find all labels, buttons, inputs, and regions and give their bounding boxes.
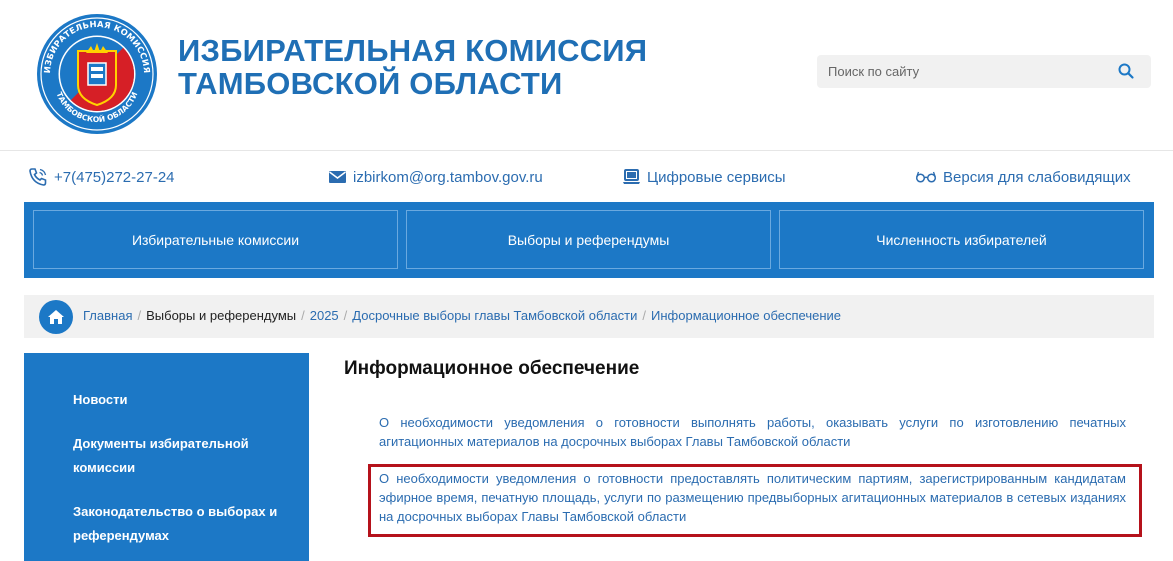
digital-services-link[interactable]: Цифровые сервисы (622, 166, 786, 188)
nav-item-elections-referendums[interactable]: Выборы и референдумы (406, 210, 771, 269)
laptop-icon (623, 169, 640, 184)
breadcrumb-separator: / (137, 308, 142, 323)
glasses-icon (915, 171, 937, 183)
sidebar-item-label: Новости (73, 392, 128, 407)
nav-item-label: Избирательные комиссии (131, 231, 300, 248)
sidebar-item-election-legislation[interactable]: Законодательство о выборах и референдума… (73, 500, 293, 548)
email-link[interactable]: izbirkom@org.tambov.gov.ru (328, 166, 543, 188)
breadcrumb-early-elections[interactable]: Досрочные выборы главы Тамбовской област… (352, 308, 637, 323)
search-box (817, 55, 1151, 88)
site-title-line1: ИЗБИРАТЕЛЬНАЯ КОМИССИЯ (178, 33, 648, 68)
breadcrumb-separator: / (301, 308, 305, 323)
site-header: ИЗБИРАТЕЛЬНАЯ КОМИССИЯ ТАМБОВСКОЙ ОБЛАСТ… (0, 0, 1173, 150)
site-title-line2: ТАМБОВСКОЙ ОБЛАСТИ (178, 66, 563, 101)
phone-icon (29, 168, 47, 186)
low-vision-version-link[interactable]: Версия для слабовидящих (915, 166, 1131, 188)
breadcrumb-home[interactable]: Главная (83, 308, 132, 323)
breadcrumb-info-support[interactable]: Информационное обеспечение (651, 308, 841, 323)
breadcrumb-elections: Выборы и референдумы (146, 308, 297, 323)
main-navigation: Избирательные комиссии Выборы и референд… (24, 202, 1154, 278)
phone-text: +7(475)272-27-24 (54, 168, 175, 186)
breadcrumb-separator: / (642, 308, 647, 323)
envelope-icon (329, 171, 346, 183)
site-title[interactable]: ИЗБИРАТЕЛЬНАЯ КОМИССИЯ ТАМБОВСКОЙ ОБЛАСТ… (178, 34, 647, 100)
home-button[interactable] (39, 300, 73, 334)
phone-link[interactable]: +7(475)272-27-24 (28, 166, 175, 188)
nav-item-voter-count[interactable]: Численность избирателей (779, 210, 1144, 269)
document-link-printing-services[interactable]: О необходимости уведомления о готовности… (379, 413, 1126, 451)
sidebar-item-news[interactable]: Новости (73, 388, 128, 412)
page-title: Информационное обеспечение (344, 358, 640, 379)
breadcrumb-separator: / (343, 308, 348, 323)
header-divider (0, 150, 1173, 151)
breadcrumb: Главная / Выборы и референдумы / 2025 / Досроч… (24, 295, 1154, 338)
search-icon[interactable] (1117, 62, 1135, 80)
low-vision-version-text: Версия для слабовидящих (943, 168, 1131, 186)
sidebar-menu: Новости Документы избирательной комиссии… (24, 353, 309, 561)
breadcrumb-year[interactable]: 2025 (310, 308, 339, 323)
breadcrumb-trail: Главная / Выборы и референдумы / 2025 / Досроч… (83, 308, 841, 323)
sidebar-item-commission-documents[interactable]: Документы избирательной комиссии (73, 432, 273, 480)
sidebar-item-label: Законодательство о выборах и референдума… (73, 504, 278, 543)
digital-services-text: Цифровые сервисы (647, 168, 786, 186)
nav-item-election-commissions[interactable]: Избирательные комиссии (33, 210, 398, 269)
emblem-logo[interactable]: ИЗБИРАТЕЛЬНАЯ КОМИССИЯ ТАМБОВСКОЙ ОБЛАСТ… (36, 13, 158, 135)
home-icon (48, 310, 64, 324)
sidebar-item-label: Документы избирательной комиссии (73, 436, 249, 475)
search-input[interactable] (817, 55, 1107, 88)
email-text: izbirkom@org.tambov.gov.ru (353, 168, 543, 186)
document-link-airtime-services[interactable]: О необходимости уведомления о готовности… (379, 469, 1126, 526)
nav-item-label: Численность избирателей (876, 231, 1047, 248)
nav-item-label: Выборы и референдумы (507, 231, 670, 248)
